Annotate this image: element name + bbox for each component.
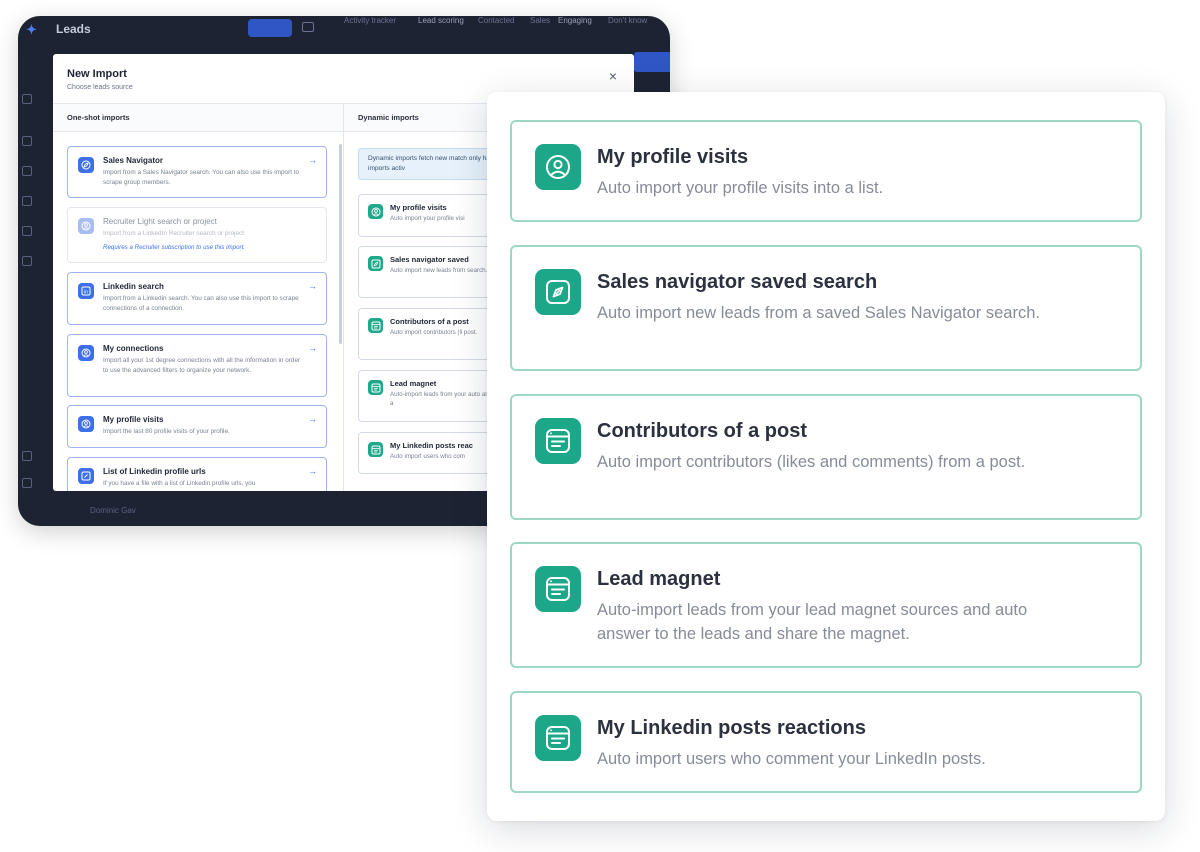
close-icon[interactable]: × xyxy=(606,69,620,83)
card-title: Contributors of a post xyxy=(597,420,807,442)
option-desc: Import from a LinkedIn Recruiter search … xyxy=(103,230,245,237)
compass-icon xyxy=(368,256,383,271)
card-sales-navigator-saved-search[interactable]: Sales navigator saved search Auto import… xyxy=(510,245,1142,371)
option-title: Sales navigator saved xyxy=(390,255,469,264)
card-title: Sales navigator saved search xyxy=(597,271,878,293)
post-icon xyxy=(368,318,383,333)
card-desc: Auto import contributors (likes and comm… xyxy=(597,453,1026,471)
modal-subtitle: Choose leads source xyxy=(67,84,133,91)
app-topbar: ✦ Leads Activity tracker Lead scoring Co… xyxy=(18,16,670,46)
option-title: My connections xyxy=(103,344,164,353)
arrow-right-icon: → xyxy=(308,343,317,353)
post-icon xyxy=(368,380,383,395)
option-title: Recruiter Light search or project xyxy=(103,217,217,226)
import-button[interactable] xyxy=(248,19,292,37)
sidebar-home-icon[interactable] xyxy=(22,94,32,104)
nav-item[interactable]: Don't know xyxy=(608,16,647,25)
option-title: Lead magnet xyxy=(390,379,437,388)
card-title: My Linkedin posts reactions xyxy=(597,717,866,739)
svg-text:in: in xyxy=(84,289,89,295)
app-logo-icon: ✦ xyxy=(26,22,37,37)
user-circle-icon xyxy=(368,204,383,219)
modal-title: New Import xyxy=(67,68,127,80)
sidebar-help-icon[interactable] xyxy=(22,451,32,461)
post-icon xyxy=(535,418,581,464)
user-circle-icon xyxy=(78,416,94,432)
option-desc: Import the last 80 profile visits of you… xyxy=(103,428,230,435)
option-title: Sales Navigator xyxy=(103,156,164,165)
option-title: My profile visits xyxy=(390,203,447,212)
footer-user-name: Dominic Gav xyxy=(90,506,136,515)
card-lead-magnet[interactable]: Lead magnet Auto-import leads from your … xyxy=(510,542,1142,668)
post-icon xyxy=(368,442,383,457)
import-option-linkedin-search[interactable]: in Linkedin search Import from a Linkedi… xyxy=(67,272,327,325)
option-desc: Import from a Linkedin search. You can a… xyxy=(103,295,299,312)
option-title: List of Linkedin profile urls xyxy=(103,467,206,476)
sidebar-settings-icon[interactable] xyxy=(22,256,32,266)
user-circle-icon xyxy=(535,144,581,190)
nav-item[interactable]: Engaging xyxy=(558,16,592,25)
link-icon xyxy=(78,468,94,484)
sidebar-inbox-icon[interactable] xyxy=(22,166,32,176)
one-shot-header: One-shot imports xyxy=(53,104,343,132)
app-title: Leads xyxy=(56,22,91,36)
import-option-my-profile-visits[interactable]: My profile visits Import the last 80 pro… xyxy=(67,405,327,448)
dynamic-imports-panel: My profile visits Auto import your profi… xyxy=(487,92,1165,821)
user-circle-icon xyxy=(78,345,94,361)
arrow-right-icon: → xyxy=(308,155,317,165)
nav-item[interactable]: Lead scoring xyxy=(418,16,464,25)
nav-item[interactable]: Contacted xyxy=(478,16,514,25)
option-desc: If you have a file with a list of Linked… xyxy=(103,480,256,487)
nav-item[interactable]: Sales xyxy=(530,16,550,25)
linkedin-icon: in xyxy=(78,283,94,299)
card-title: Lead magnet xyxy=(597,568,721,590)
card-my-linkedin-posts-reactions[interactable]: My Linkedin posts reactions Auto import … xyxy=(510,691,1142,793)
card-desc: Auto import users who comment your Linke… xyxy=(597,750,986,768)
card-my-profile-visits[interactable]: My profile visits Auto import your profi… xyxy=(510,120,1142,222)
import-option-profile-urls[interactable]: List of Linkedin profile urls If you hav… xyxy=(67,457,327,491)
sidebar-campaign-icon[interactable] xyxy=(22,196,32,206)
column-divider xyxy=(343,104,344,491)
import-option-sales-navigator[interactable]: Sales Navigator Import from a Sales Navi… xyxy=(67,146,327,198)
nav-item[interactable]: Activity tracker xyxy=(344,16,396,25)
import-option-my-connections[interactable]: My connections Import all your 1st degre… xyxy=(67,334,327,397)
card-title: My profile visits xyxy=(597,146,749,168)
arrow-right-icon: → xyxy=(308,466,317,476)
card-desc: Auto import new leads from a saved Sales… xyxy=(597,304,1040,322)
card-desc: Auto-import leads from your lead magnet … xyxy=(597,601,1028,643)
option-title: Contributors of a post xyxy=(390,317,469,326)
option-title: My Linkedin posts reac xyxy=(390,441,473,450)
compass-icon xyxy=(535,269,581,315)
option-desc: Import all your 1st degree connections w… xyxy=(103,357,301,374)
option-title: Linkedin search xyxy=(103,282,164,291)
scrollbar[interactable] xyxy=(339,144,342,344)
post-icon xyxy=(535,566,581,612)
card-desc: Auto import your profile visits into a l… xyxy=(597,179,884,197)
sidebar-stats-icon[interactable] xyxy=(22,226,32,236)
option-title: My profile visits xyxy=(103,415,164,424)
compass-icon xyxy=(78,157,94,173)
option-desc: Import from a Sales Navigator search. Yo… xyxy=(103,169,300,186)
card-contributors-of-a-post[interactable]: Contributors of a post Auto import contr… xyxy=(510,394,1142,520)
users-icon xyxy=(78,218,94,234)
sidebar-leads-icon[interactable] xyxy=(22,136,32,146)
stage: ✦ Leads Activity tracker Lead scoring Co… xyxy=(0,0,1200,852)
arrow-right-icon: → xyxy=(308,281,317,291)
app-right-button[interactable] xyxy=(634,52,670,72)
arrow-right-icon: → xyxy=(308,414,317,424)
subscription-note: Requires a Recruiter subscription to use… xyxy=(103,244,246,251)
sidebar-list-icon[interactable] xyxy=(22,478,32,488)
folder-icon[interactable] xyxy=(302,22,314,32)
import-option-recruiter: Recruiter Light search or project Import… xyxy=(67,207,327,263)
post-icon xyxy=(535,715,581,761)
